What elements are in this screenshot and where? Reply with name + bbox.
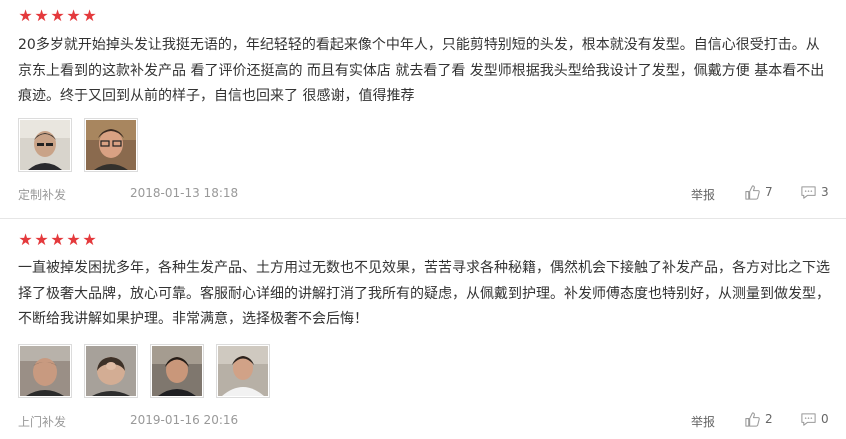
like-button[interactable]: 2 bbox=[744, 411, 773, 428]
thumbs-up-icon bbox=[745, 412, 760, 427]
comment-count: 0 bbox=[821, 412, 829, 426]
review-photos bbox=[18, 118, 138, 172]
review-photo-thumbnail[interactable] bbox=[84, 118, 138, 172]
review-photo-thumbnail[interactable] bbox=[18, 344, 72, 398]
star-icon: ★ bbox=[50, 230, 65, 249]
star-icon: ★ bbox=[50, 6, 65, 25]
star-icon: ★ bbox=[18, 230, 33, 249]
review-photo-thumbnail[interactable] bbox=[150, 344, 204, 398]
like-button[interactable]: 7 bbox=[744, 184, 773, 201]
review-text: 20多岁就开始掉头发让我挺无语的，年纪轻轻的看起来像个中年人，只能剪特别短的头发… bbox=[18, 37, 825, 105]
star-icon: ★ bbox=[34, 6, 49, 25]
thumbs-up-icon bbox=[745, 185, 760, 200]
review-photo-thumbnail[interactable] bbox=[18, 118, 72, 172]
service-type-tag: 上门补发 bbox=[18, 415, 67, 429]
review-text: 一直被掉发困扰多年，各种生发产品、土方用过无数也不见效果，苦苦寻求各种秘籍，偶然… bbox=[18, 260, 830, 328]
star-icon: ★ bbox=[82, 230, 97, 249]
review-photo-thumbnail[interactable] bbox=[216, 344, 270, 398]
photo-scalp-top bbox=[86, 346, 136, 396]
star-icon: ★ bbox=[66, 6, 81, 25]
comment-button[interactable]: 0 bbox=[800, 411, 829, 428]
service-type-tag: 定制补发 bbox=[18, 188, 67, 202]
rating-stars: ★ ★ ★ ★ ★ bbox=[18, 232, 97, 248]
photo-man-with-glasses bbox=[86, 120, 136, 170]
photo-balding-man bbox=[20, 120, 70, 170]
review-item: ★ ★ ★ ★ ★ 20多岁就开始掉头发让我挺无语的，年纪轻轻的看起来像个中年人… bbox=[0, 0, 846, 219]
review-date: 2018-01-13 18:18 bbox=[130, 186, 239, 200]
review-meta: 定制补发 2018-01-13 18:18 举报 7 3 bbox=[0, 184, 846, 204]
comment-count: 3 bbox=[821, 185, 829, 199]
photo-man-result bbox=[152, 346, 202, 396]
comment-button[interactable]: 3 bbox=[800, 184, 829, 201]
report-button[interactable]: 举报 bbox=[691, 186, 715, 203]
photo-man-white-shirt bbox=[218, 346, 268, 396]
report-button[interactable]: 举报 bbox=[691, 413, 715, 430]
star-icon: ★ bbox=[34, 230, 49, 249]
review-photo-thumbnail[interactable] bbox=[84, 344, 138, 398]
star-icon: ★ bbox=[18, 6, 33, 25]
star-icon: ★ bbox=[82, 6, 97, 25]
rating-stars: ★ ★ ★ ★ ★ bbox=[18, 8, 97, 24]
like-count: 7 bbox=[765, 185, 773, 199]
photo-scalp-front bbox=[20, 346, 70, 396]
star-icon: ★ bbox=[66, 230, 81, 249]
comment-bubble-icon bbox=[801, 413, 816, 426]
review-meta: 上门补发 2019-01-16 20:16 举报 2 0 bbox=[0, 411, 846, 431]
comment-bubble-icon bbox=[801, 186, 816, 199]
review-photos bbox=[18, 344, 270, 398]
review-date: 2019-01-16 20:16 bbox=[130, 413, 239, 427]
like-count: 2 bbox=[765, 412, 773, 426]
review-item: ★ ★ ★ ★ ★ 一直被掉发困扰多年，各种生发产品、土方用过无数也不见效果，苦… bbox=[0, 219, 846, 439]
